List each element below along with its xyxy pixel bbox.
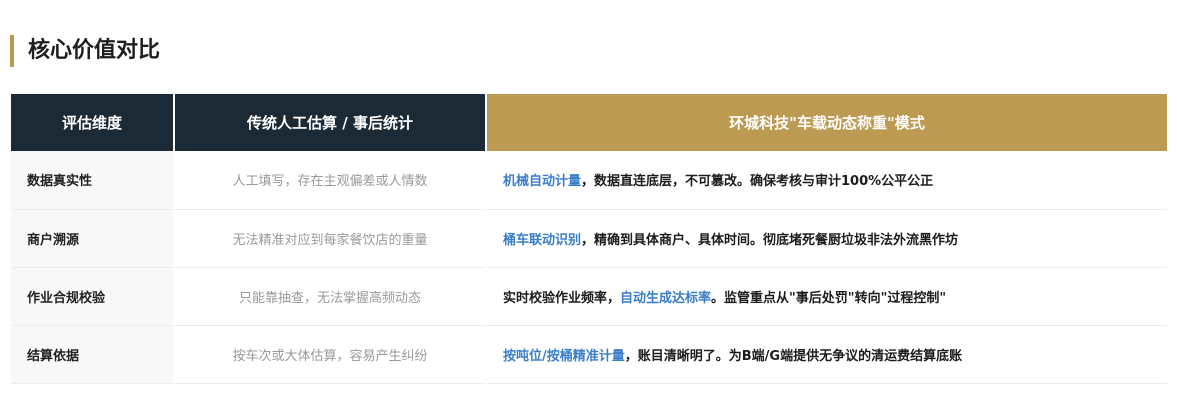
table-row: 作业合规校验 只能靠抽查，无法掌握高频动态 实时校验作业频率，自动生成达标率。监… xyxy=(11,267,1167,326)
row-dimension: 结算依据 xyxy=(11,325,174,384)
model-text-post: ，账目清晰明了。为B端/G端提供无争议的清运费结算底账 xyxy=(624,348,963,364)
model-highlight: 按吨位/按桶精准计量 xyxy=(503,348,625,364)
header-traditional: 传统人工估算 / 事后统计 xyxy=(173,94,486,151)
model-text-post: 。监管重点从"事后处罚"转向"过程控制" xyxy=(711,290,947,306)
row-model: 机械自动计量，数据直连底层，不可篡改。确保考核与审计100%公平公正 xyxy=(485,151,1167,210)
row-dimension: 数据真实性 xyxy=(11,151,174,210)
row-traditional: 无法精准对应到每家餐饮店的重量 xyxy=(173,209,486,268)
model-highlight: 自动生成达标率 xyxy=(620,290,712,306)
row-traditional: 只能靠抽查，无法掌握高频动态 xyxy=(173,267,486,326)
table-row: 结算依据 按车次或大体估算，容易产生纠纷 按吨位/按桶精准计量，账目清晰明了。为… xyxy=(11,325,1167,384)
row-model: 桶车联动识别，精确到具体商户、具体时间。彻底堵死餐厨垃圾非法外流黑作坊 xyxy=(485,209,1167,268)
row-dimension: 作业合规校验 xyxy=(11,267,174,326)
row-model: 按吨位/按桶精准计量，账目清晰明了。为B端/G端提供无争议的清运费结算底账 xyxy=(485,325,1167,384)
table-row: 商户溯源 无法精准对应到每家餐饮店的重量 桶车联动识别，精确到具体商户、具体时间… xyxy=(11,209,1167,268)
row-dimension: 商户溯源 xyxy=(11,209,174,268)
model-highlight: 机械自动计量 xyxy=(503,174,582,190)
header-dimension: 评估维度 xyxy=(11,94,174,151)
table-row: 数据真实性 人工填写，存在主观偏差或人情数 机械自动计量，数据直连底层，不可篡改… xyxy=(11,151,1167,210)
model-highlight: 桶车联动识别 xyxy=(503,232,582,248)
header-model: 环城科技"车载动态称重"模式 xyxy=(485,94,1167,151)
section-title: 核心价值对比 xyxy=(10,35,160,67)
comparison-table: 评估维度 传统人工估算 / 事后统计 环城科技"车载动态称重"模式 数据真实性 … xyxy=(11,94,1167,384)
row-traditional: 按车次或大体估算，容易产生纠纷 xyxy=(173,325,486,384)
model-text-post: ，数据直连底层，不可篡改。确保考核与审计100%公平公正 xyxy=(581,174,934,190)
table-header-row: 评估维度 传统人工估算 / 事后统计 环城科技"车载动态称重"模式 xyxy=(11,94,1167,151)
model-text-post: ，精确到具体商户、具体时间。彻底堵死餐厨垃圾非法外流黑作坊 xyxy=(581,232,959,248)
row-model: 实时校验作业频率，自动生成达标率。监管重点从"事后处罚"转向"过程控制" xyxy=(485,267,1167,326)
model-text-pre: 实时校验作业频率， xyxy=(503,290,621,306)
row-traditional: 人工填写，存在主观偏差或人情数 xyxy=(173,151,486,210)
